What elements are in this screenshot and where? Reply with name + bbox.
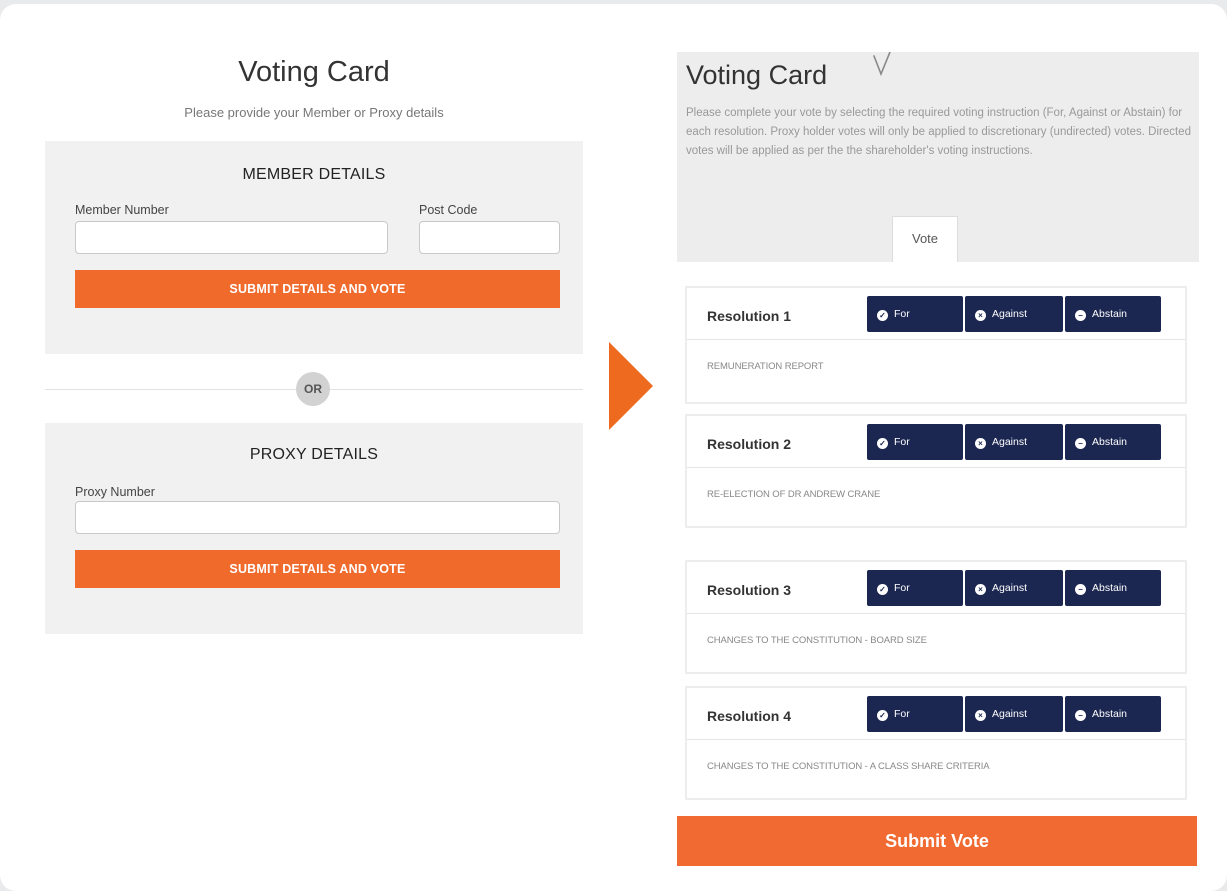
resolution-header: Resolution 3 ✓ For × Against − Abstain: [687, 562, 1185, 614]
member-number-input[interactable]: [75, 221, 388, 254]
x-circle-icon: ×: [975, 710, 986, 721]
page-frame: Voting Card Please provide your Member o…: [0, 4, 1227, 891]
proxy-number-label: Proxy Number: [75, 485, 155, 499]
vote-abstain-button[interactable]: − Abstain: [1065, 570, 1161, 606]
or-badge: OR: [296, 372, 330, 406]
vote-abstain-label: Abstain: [1092, 308, 1128, 320]
check-circle-icon: ✓: [877, 310, 888, 321]
vote-against-label: Against: [992, 582, 1028, 594]
resolution-description: CHANGES TO THE CONSTITUTION - A CLASS SH…: [707, 761, 990, 772]
submit-proxy-details-button[interactable]: SUBMIT DETAILS AND VOTE: [75, 550, 560, 588]
minus-circle-icon: −: [1075, 310, 1086, 321]
vote-for-label: For: [894, 436, 910, 448]
vote-against-label: Against: [992, 308, 1028, 320]
vote-against-label: Against: [992, 436, 1028, 448]
vote-for-label: For: [894, 582, 910, 594]
check-circle-icon: ✓: [877, 584, 888, 595]
resolution-description: RE-ELECTION OF DR ANDREW CRANE: [707, 489, 881, 500]
vote-for-button[interactable]: ✓ For: [867, 296, 963, 332]
minus-circle-icon: −: [1075, 438, 1086, 449]
vote-against-button[interactable]: × Against: [965, 296, 1063, 332]
vote-for-label: For: [894, 308, 910, 320]
member-details-panel: MEMBER DETAILS Member Number Post Code S…: [45, 141, 583, 354]
vote-for-button[interactable]: ✓ For: [867, 570, 963, 606]
vote-against-button[interactable]: × Against: [965, 696, 1063, 732]
resolution-card: Resolution 3 ✓ For × Against − Abstain CHAN…: [685, 560, 1187, 674]
resolution-header: Resolution 1 ✓ For × Against − Abstain: [687, 288, 1185, 340]
x-circle-icon: ×: [975, 584, 986, 595]
proxy-details-panel: PROXY DETAILS Proxy Number SUBMIT DETAIL…: [45, 423, 583, 634]
vote-against-button[interactable]: × Against: [965, 570, 1063, 606]
vote-against-label: Against: [992, 708, 1028, 720]
vote-abstain-label: Abstain: [1092, 582, 1128, 594]
resolution-card: Resolution 2 ✓ For × Against − Abstain RE-E…: [685, 414, 1187, 528]
submit-member-details-button[interactable]: SUBMIT DETAILS AND VOTE: [75, 270, 560, 308]
check-circle-icon: ✓: [877, 710, 888, 721]
x-circle-icon: ×: [975, 438, 986, 449]
post-code-label: Post Code: [419, 203, 478, 217]
resolution-name: Resolution 3: [707, 582, 792, 598]
voting-card-title: Voting Card: [238, 56, 390, 88]
check-circle-icon: ✓: [877, 438, 888, 449]
vote-abstain-button[interactable]: − Abstain: [1065, 696, 1161, 732]
voting-card-header: Voting Card Please complete your vote by…: [677, 52, 1199, 262]
resolution-card: Resolution 4 ✓ For × Against − Abstain CHAN…: [685, 686, 1187, 800]
x-circle-icon: ×: [975, 310, 986, 321]
voting-instructions: Please complete your vote by selecting t…: [686, 107, 1191, 157]
check-mark-icon: [873, 52, 891, 77]
post-code-input[interactable]: [419, 221, 560, 254]
vote-for-label: For: [894, 708, 910, 720]
minus-circle-icon: −: [1075, 710, 1086, 721]
voting-card-subtitle: Please provide your Member or Proxy deta…: [184, 105, 444, 120]
minus-circle-icon: −: [1075, 584, 1086, 595]
voting-card-heading: Voting Card: [686, 60, 828, 90]
proxy-details-heading: PROXY DETAILS: [249, 446, 379, 463]
resolution-description: CHANGES TO THE CONSTITUTION - BOARD SIZE: [707, 635, 927, 646]
resolution-description: REMUNERATION REPORT: [707, 361, 824, 372]
resolution-name: Resolution 1: [707, 308, 792, 324]
submit-vote-button[interactable]: Submit Vote: [677, 816, 1197, 866]
arrow-right-icon: [609, 342, 653, 430]
vote-against-button[interactable]: × Against: [965, 424, 1063, 460]
resolution-name: Resolution 4: [707, 708, 792, 724]
resolution-header: Resolution 4 ✓ For × Against − Abstain: [687, 688, 1185, 740]
resolution-card: Resolution 1 ✓ For × Against − Abstain REMU…: [685, 286, 1187, 404]
tab-vote[interactable]: Vote: [892, 216, 958, 262]
member-number-label: Member Number: [75, 203, 169, 217]
vote-abstain-label: Abstain: [1092, 436, 1128, 448]
vote-for-button[interactable]: ✓ For: [867, 424, 963, 460]
proxy-number-input[interactable]: [75, 501, 560, 534]
resolution-header: Resolution 2 ✓ For × Against − Abstain: [687, 416, 1185, 468]
vote-for-button[interactable]: ✓ For: [867, 696, 963, 732]
member-details-heading: MEMBER DETAILS: [242, 166, 386, 183]
vote-abstain-label: Abstain: [1092, 708, 1128, 720]
vote-abstain-button[interactable]: − Abstain: [1065, 424, 1161, 460]
vote-abstain-button[interactable]: − Abstain: [1065, 296, 1161, 332]
resolution-name: Resolution 2: [707, 436, 792, 452]
